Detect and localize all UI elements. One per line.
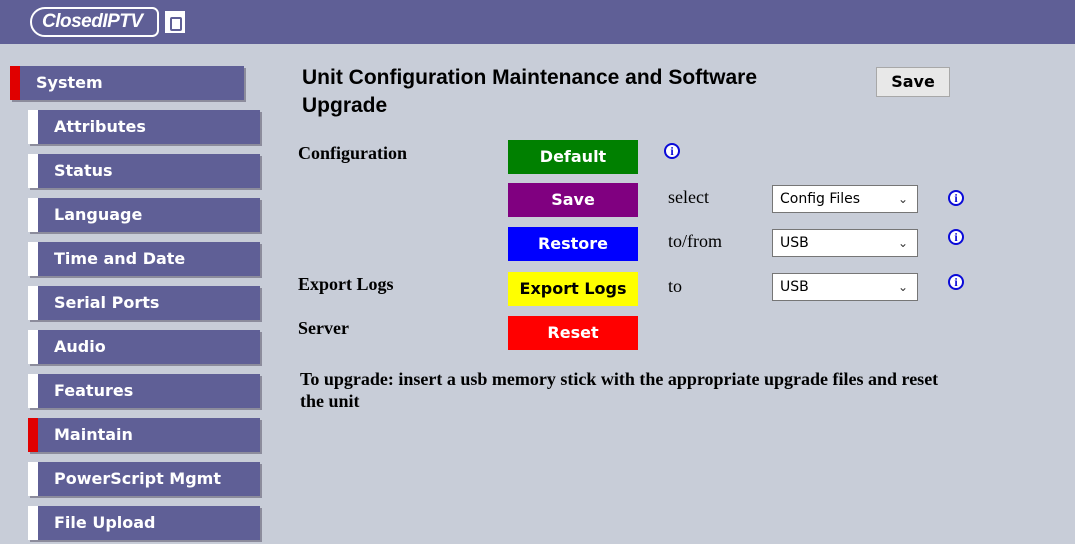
sidebar-item-language[interactable]: Language (28, 198, 260, 232)
sidebar-item-label: File Upload (54, 513, 156, 532)
info-icon[interactable]: i (948, 274, 964, 290)
save-config-button[interactable]: Save (508, 183, 638, 217)
select-label: select (668, 187, 709, 207)
chevron-down-icon: ⌄ (897, 236, 908, 250)
sidebar-item-label: Time and Date (54, 249, 186, 268)
export-logs-label: Export Logs (298, 274, 394, 294)
sidebar-item-features[interactable]: Features (28, 374, 260, 408)
section-marker (10, 66, 20, 100)
to-from-label: to/from (668, 231, 722, 251)
sidebar-item-serial-ports[interactable]: Serial Ports (28, 286, 260, 320)
item-marker (28, 286, 38, 320)
page-title: Unit Configuration Maintenance and Softw… (302, 66, 758, 117)
server-label: Server (298, 318, 349, 338)
item-marker (28, 110, 38, 144)
logo-text-closed: Closed (42, 11, 103, 32)
select-value: Config Files (780, 191, 861, 207)
save-source-select[interactable]: Config Files ⌄ (772, 185, 918, 213)
chevron-down-icon: ⌄ (897, 192, 908, 206)
sidebar-item-powerscript-mgmt[interactable]: PowerScript Mgmt (28, 462, 260, 496)
item-marker (28, 198, 38, 232)
sidebar-item-label: Maintain (54, 425, 133, 444)
sidebar-item-system[interactable]: System (10, 66, 244, 100)
item-marker (28, 506, 38, 540)
sidebar-item-label: Serial Ports (54, 293, 160, 312)
sidebar-item-maintain[interactable]: Maintain (28, 418, 260, 452)
select-value: USB (780, 279, 809, 295)
sidebar-item-time-and-date[interactable]: Time and Date (28, 242, 260, 276)
sidebar-item-attributes[interactable]: Attributes (28, 110, 260, 144)
info-icon[interactable]: i (948, 190, 964, 206)
sidebar-item-label: Language (54, 205, 143, 224)
item-marker (28, 154, 38, 188)
sidebar-item-audio[interactable]: Audio (28, 330, 260, 364)
reset-button[interactable]: Reset (508, 316, 638, 350)
active-marker (28, 418, 38, 452)
select-value: USB (780, 235, 809, 251)
default-button[interactable]: Default (508, 140, 638, 174)
item-marker (28, 374, 38, 408)
export-target-select[interactable]: USB ⌄ (772, 273, 918, 301)
sidebar-item-label: Audio (54, 337, 106, 356)
item-marker (28, 242, 38, 276)
sidebar-item-status[interactable]: Status (28, 154, 260, 188)
item-marker (28, 462, 38, 496)
save-button[interactable]: Save (876, 67, 950, 97)
sidebar-item-label: Features (54, 381, 134, 400)
sidebar-item-label: PowerScript Mgmt (54, 469, 221, 488)
configuration-label: Configuration (298, 143, 408, 163)
item-marker (28, 330, 38, 364)
logo-wordmark: Closed IPTV (30, 7, 159, 37)
chevron-down-icon: ⌄ (897, 280, 908, 294)
sidebar-item-label: System (36, 73, 103, 92)
info-icon[interactable]: i (664, 143, 680, 159)
lock-icon[interactable] (164, 11, 185, 33)
header-bar: Closed IPTV (0, 0, 1075, 44)
export-logs-button[interactable]: Export Logs (508, 272, 638, 306)
info-icon[interactable]: i (948, 229, 964, 245)
sidebar-item-label: Attributes (54, 117, 146, 136)
sidebar-item-label: Status (54, 161, 113, 180)
upgrade-note: To upgrade: insert a usb memory stick wi… (300, 369, 939, 411)
closediptv-logo: Closed IPTV (30, 7, 185, 37)
restore-button[interactable]: Restore (508, 227, 638, 261)
sidebar-item-file-upload[interactable]: File Upload (28, 506, 260, 540)
restore-target-select[interactable]: USB ⌄ (772, 229, 918, 257)
to-label: to (668, 276, 683, 296)
logo-text-iptv: IPTV (102, 11, 143, 32)
